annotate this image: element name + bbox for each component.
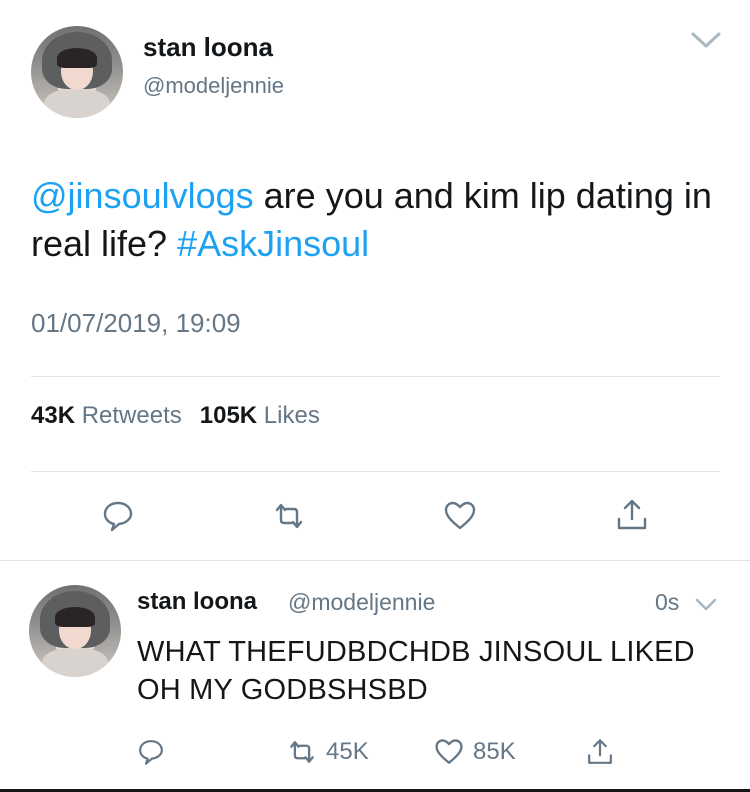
reply-icon[interactable] (136, 737, 166, 767)
display-name[interactable]: stan loona (143, 32, 273, 63)
share-icon[interactable] (585, 737, 615, 767)
divider (31, 376, 720, 377)
display-name[interactable]: stan loona (137, 588, 257, 616)
like-icon[interactable] (433, 736, 465, 768)
avatar[interactable] (31, 26, 123, 118)
tweet-text: @jinsoulvlogs are you and kim lip dating… (31, 172, 721, 268)
share-icon[interactable] (614, 497, 650, 533)
like-icon[interactable] (442, 498, 478, 534)
like-button[interactable]: 85K (433, 735, 516, 769)
user-handle[interactable]: @modeljennie (288, 589, 435, 616)
tweet-stats: 43K Retweets 105K Likes (31, 402, 320, 430)
chevron-down-icon[interactable] (690, 30, 722, 50)
user-handle[interactable]: @modeljennie (143, 73, 284, 99)
retweets-count[interactable]: 43K (31, 402, 75, 429)
retweet-icon[interactable] (286, 736, 318, 768)
retweet-icon[interactable] (271, 498, 307, 534)
retweet-button[interactable]: 45K (286, 735, 369, 769)
divider (31, 471, 720, 472)
retweet-count: 45K (326, 738, 369, 765)
reply-time: 0s (655, 589, 680, 615)
avatar[interactable] (29, 585, 121, 677)
likes-count[interactable]: 105K (200, 402, 257, 429)
reply-text: WHAT THEFUDBDCHDB JINSOUL LIKED OH MY GO… (137, 636, 695, 706)
likes-label[interactable]: Likes (264, 402, 320, 429)
tweet-timestamp: 01/07/2019, 19:09 (31, 308, 241, 338)
retweets-label[interactable]: Retweets (82, 402, 182, 429)
hashtag-link[interactable]: #AskJinsoul (177, 223, 369, 264)
mention-link[interactable]: @jinsoulvlogs (31, 175, 254, 216)
reply-tweet: stan loona @modeljennie 0s WHAT THEFUDBD… (0, 561, 750, 792)
share-button[interactable] (585, 735, 615, 769)
reply-icon[interactable] (100, 498, 136, 534)
main-tweet: stan loona @modeljennie @jinsoulvlogs ar… (0, 0, 750, 560)
like-count: 85K (473, 738, 516, 765)
reply-button[interactable] (136, 735, 166, 769)
chevron-down-icon[interactable] (694, 597, 718, 613)
